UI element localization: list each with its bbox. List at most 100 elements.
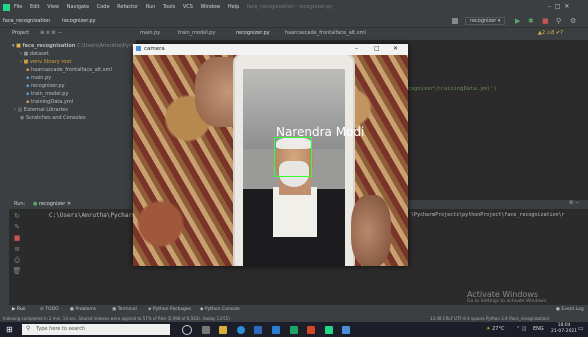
maximize-icon[interactable]: □ — [555, 3, 561, 10]
powerpoint-icon[interactable] — [307, 326, 316, 334]
menu-help[interactable]: Help — [228, 4, 239, 10]
bottom-tab-python-console[interactable]: ◆ Python Console — [200, 307, 240, 312]
tree-item-label: External Libraries — [23, 107, 68, 113]
bottom-tab-python-packages[interactable]: ◈ Python Packages — [148, 307, 191, 312]
soft-wrap-icon[interactable]: ≡ — [11, 244, 23, 255]
notification-icon[interactable]: ▭ — [578, 325, 584, 332]
status-bar: Indexing completed in 2 min, 14 sec. Sha… — [0, 315, 588, 322]
camera-minimize-icon[interactable]: – — [355, 45, 358, 52]
word-icon[interactable] — [271, 326, 280, 334]
camera-close-icon[interactable]: ✕ — [393, 45, 398, 52]
menu-bar: File Edit View Navigate Code Refactor Ru… — [14, 4, 338, 10]
tree-item-training-data[interactable]: ▪ trainingData.yml — [12, 98, 133, 106]
tree-item-train-model[interactable]: ▪ train_model.py — [12, 90, 133, 98]
event-log-button[interactable]: ● Event Log — [556, 307, 584, 312]
taskbar-search-box[interactable]: ⚲ Type here to search — [22, 324, 170, 335]
hand-image-right — [351, 195, 391, 266]
menu-code[interactable]: Code — [97, 4, 110, 10]
breadcrumb-project[interactable]: face_recognization — [3, 18, 50, 24]
event-log-label: Event Log — [561, 307, 584, 312]
debug-icon[interactable]: ✱ — [528, 17, 534, 25]
tab-recognizer[interactable]: recognizer.py — [236, 30, 270, 36]
run-config-select[interactable]: recognizer ▾ — [465, 17, 506, 25]
tray-icons[interactable]: ⌃ ◫ — [516, 326, 527, 332]
tree-item-external-libraries[interactable]: › ▥ External Libraries — [12, 106, 133, 114]
windows-start-icon[interactable]: ⊞ — [6, 325, 13, 334]
tab-haarcascade[interactable]: haarcascade_frontalface_alt.xml — [285, 30, 366, 36]
tree-item-main[interactable]: ▪ main.py — [12, 74, 133, 82]
camera-taskbar-icon[interactable] — [342, 326, 351, 334]
delete-icon[interactable]: 🗑 — [11, 266, 23, 277]
bottom-tab-label: Python Packages — [152, 307, 191, 312]
tree-item-label: recognizer.py — [30, 83, 65, 89]
status-right[interactable]: 13:48 CRLF UTF-8 4 spaces Python 3.9 (fa… — [430, 316, 549, 321]
tree-item-venv[interactable]: › ■ venv library root — [12, 58, 133, 66]
run-tab-label: recognizer — [38, 201, 66, 207]
minimize-icon[interactable]: – — [548, 3, 551, 10]
menu-window[interactable]: Window — [201, 4, 221, 10]
app-icon — [136, 46, 141, 51]
settings-icon[interactable]: ⚙ — [570, 17, 576, 25]
inspection-widget[interactable]: ▲2 ⚠8 ✔7 — [538, 30, 563, 36]
bottom-tab-label: TODO — [45, 307, 59, 312]
stop-console-icon[interactable]: ■ — [11, 233, 23, 244]
stop-icon[interactable]: ■ — [542, 17, 549, 25]
tree-item-label: train_model.py — [30, 91, 69, 97]
tab-main[interactable]: main.py — [140, 30, 160, 36]
clock[interactable]: 18:04 21-07-2021 — [551, 323, 577, 335]
console-line-left: C:\Users\Amrutha\Pycharm — [49, 212, 136, 219]
run-icon[interactable]: ▶ — [515, 17, 520, 25]
task-view-icon[interactable] — [201, 326, 210, 334]
excel-icon[interactable] — [289, 326, 298, 334]
run-settings-icon[interactable]: ⚙ − — [569, 200, 579, 206]
camera-window[interactable]: camera – □ ✕ Narendra Modi — [133, 44, 408, 266]
camera-maximize-icon[interactable]: □ — [374, 45, 380, 52]
menu-view[interactable]: View — [47, 4, 59, 10]
menu-run[interactable]: Run — [146, 4, 156, 10]
close-icon[interactable]: ✕ — [564, 3, 569, 10]
language-indicator[interactable]: ENG — [533, 326, 544, 332]
wrench-icon[interactable]: ✎ — [11, 222, 23, 233]
menu-navigate[interactable]: Navigate — [67, 4, 89, 10]
project-panel-label[interactable]: Project — [12, 30, 29, 36]
cortana-icon[interactable] — [182, 325, 192, 335]
project-toolbar-icons: ⊕ ≡ ⚙ − — [40, 30, 62, 36]
bottom-tool-tabs: ▶ Run ≡ TODO ● Problems ▣ Terminal ◈ Pyt… — [0, 305, 588, 315]
weather-widget[interactable]: ☀ 27°C — [486, 326, 504, 332]
bottom-tab-todo[interactable]: ≡ TODO — [40, 307, 59, 312]
tree-root[interactable]: ▾ ■ face_recognization C:\Users\Amrutha\… — [12, 42, 148, 50]
editor-tabs-row: Project ⊕ ≡ ⚙ − main.py train_model.py r… — [0, 28, 588, 40]
file-explorer-icon[interactable] — [219, 326, 228, 334]
menu-vcs[interactable]: VCS — [183, 4, 193, 10]
pycharm-taskbar-icon[interactable] — [324, 326, 333, 334]
tree-item-haarcascade[interactable]: ▪ haarcascade_frontalface_alt.xml — [12, 66, 133, 74]
tree-item-scratches[interactable]: ◉ Scratches and Consoles — [12, 114, 133, 122]
tab-train-model[interactable]: train_model.py — [178, 30, 215, 36]
menu-file[interactable]: File — [14, 4, 22, 10]
print-icon[interactable]: ⎙ — [11, 255, 23, 266]
search-icon[interactable]: ⚲ — [556, 17, 561, 25]
menu-tools[interactable]: Tools — [163, 4, 175, 10]
menu-refactor[interactable]: Refactor — [117, 4, 138, 10]
console-toolbar: ↻ ✎ ■ ≡ ⎙ 🗑 — [11, 211, 23, 301]
tree-item-dataset[interactable]: › ■ dataset — [12, 50, 133, 58]
structure-side-tab[interactable] — [0, 224, 9, 304]
run-config-label: recognizer — [470, 18, 497, 24]
run-tab-recognizer[interactable]: ● recognizer ✕ — [33, 201, 71, 207]
bottom-tab-label: Terminal — [117, 307, 137, 312]
rerun-icon[interactable]: ↻ — [11, 211, 23, 222]
activate-windows-sub: Go to Settings to activate Windows. — [467, 299, 548, 304]
tree-item-recognizer[interactable]: ▪ recognizer.py — [12, 82, 133, 90]
store-icon[interactable] — [254, 326, 263, 334]
menu-edit[interactable]: Edit — [30, 4, 40, 10]
project-tree: ▾ ■ face_recognization C:\Users\Amrutha\… — [9, 40, 148, 200]
bottom-tab-run[interactable]: ▶ Run — [12, 307, 26, 312]
user-icon[interactable] — [452, 18, 458, 24]
camera-title: camera — [144, 46, 165, 52]
bottom-tab-problems[interactable]: ● Problems — [70, 307, 96, 312]
edge-icon[interactable] — [236, 326, 245, 334]
breadcrumb-file[interactable]: recognizer.py — [62, 18, 96, 24]
pycharm-logo-icon — [3, 4, 10, 11]
tree-root-name: face_recognization — [22, 43, 76, 49]
bottom-tab-terminal[interactable]: ▣ Terminal — [112, 307, 137, 312]
